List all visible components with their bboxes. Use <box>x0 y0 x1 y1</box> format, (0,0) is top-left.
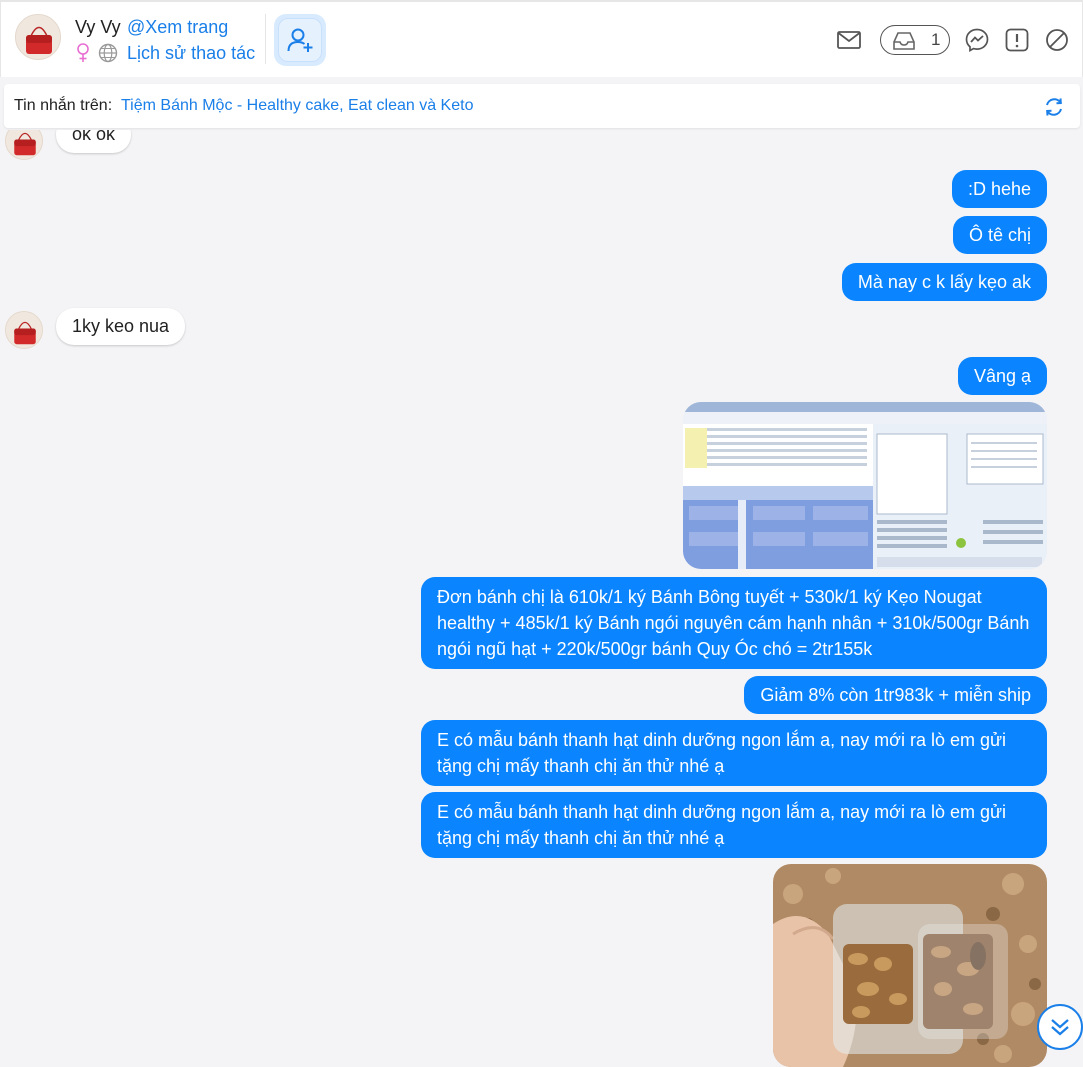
message-bubble-outgoing[interactable]: E có mẫu bánh thanh hạt dinh dưỡng ngon … <box>421 720 1047 786</box>
messenger-icon[interactable] <box>964 27 990 53</box>
message-thread[interactable]: ok ok :D hehe Ô tê chị Mà nay c k lấy kẹ… <box>0 130 1083 1067</box>
source-label: Tin nhắn trên: <box>14 97 113 114</box>
message-bubble-outgoing[interactable]: :D hehe <box>951 170 1047 208</box>
female-icon <box>77 43 89 62</box>
avatar-image <box>16 15 60 59</box>
avatar-image <box>6 312 42 348</box>
message-bubble-outgoing[interactable]: Giảm 8% còn 1tr983k + miễn ship <box>744 676 1047 714</box>
mail-icon[interactable] <box>836 27 862 53</box>
source-page-link[interactable]: Tiệm Bánh Mộc - Healthy cake, Eat clean … <box>121 97 473 115</box>
inbox-icon <box>893 32 915 50</box>
avatar <box>5 311 43 349</box>
avatar[interactable] <box>15 14 61 60</box>
message-image-attachment[interactable] <box>773 864 1047 1067</box>
nut-bar-photo-image <box>773 864 1047 1067</box>
inbox-counter-button[interactable]: 1 <box>880 25 950 55</box>
message-bubble-outgoing[interactable]: Vâng ạ <box>957 357 1047 395</box>
block-icon[interactable] <box>1044 27 1070 53</box>
source-context-bar: Tin nhắn trên: Tiệm Bánh Mộc - Healthy c… <box>4 84 1080 128</box>
view-page-link[interactable]: @Xem trang <box>127 17 228 38</box>
avatar <box>5 130 43 160</box>
add-friend-icon <box>287 28 313 52</box>
pos-software-screenshot-image <box>683 402 1047 569</box>
message-bubble-outgoing[interactable]: Đơn bánh chị là 610k/1 ký Bánh Bông tuyế… <box>421 577 1047 669</box>
message-bubble-incoming[interactable]: ok ok <box>56 130 132 153</box>
double-chevron-down-icon <box>1051 1019 1069 1036</box>
report-icon[interactable] <box>1004 27 1030 53</box>
message-bubble-outgoing[interactable]: Ô tê chị <box>952 216 1047 254</box>
divider <box>265 14 266 64</box>
inbox-count: 1 <box>931 30 941 49</box>
scroll-to-bottom-button[interactable] <box>1037 1004 1083 1050</box>
globe-icon <box>98 43 118 63</box>
add-friend-button[interactable] <box>274 14 326 66</box>
avatar-image <box>6 130 42 159</box>
message-image-attachment[interactable] <box>683 402 1047 569</box>
user-name: Vy Vy <box>75 17 121 37</box>
action-history-link[interactable]: Lịch sử thao tác <box>127 43 255 64</box>
message-bubble-outgoing[interactable]: E có mẫu bánh thanh hạt dinh dưỡng ngon … <box>421 792 1047 858</box>
refresh-icon[interactable] <box>1043 96 1065 118</box>
message-bubble-outgoing[interactable]: Mà nay c k lấy kẹo ak <box>841 263 1047 301</box>
message-bubble-incoming[interactable]: 1ky keo nua <box>56 308 186 345</box>
chat-header: Vy Vy @Xem trang Lịch sử thao tác 1 <box>0 0 1083 77</box>
